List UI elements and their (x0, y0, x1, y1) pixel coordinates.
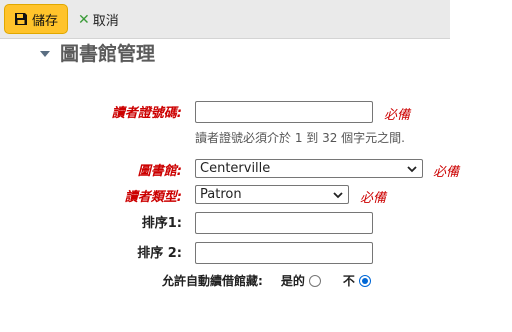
cardnumber-hint: 讀者證號必須介於 1 到 32 個字元之間. (195, 131, 405, 145)
toolbar: 儲存 ✕ 取消 (0, 0, 450, 39)
library-required-text: 必備 (433, 165, 460, 180)
cancel-button-label: 取消 (92, 14, 119, 29)
cancel-button[interactable]: ✕ 取消 (78, 10, 119, 30)
chevron-down-icon (331, 188, 345, 202)
save-button[interactable]: 儲存 (4, 4, 68, 34)
x-icon: ✕ (78, 11, 90, 28)
cardnumber-label: 讀者證號碼: (111, 106, 182, 121)
floppy-disk-icon (14, 12, 28, 26)
autorenew-yes-label: 是的 (280, 274, 305, 288)
autorenew-no-label: 不 (342, 274, 355, 288)
sort2-input[interactable] (195, 242, 373, 264)
cardnumber-required-text: 必備 (384, 108, 411, 123)
chevron-down-icon (405, 162, 419, 176)
category-label: 讀者類型: (124, 190, 182, 205)
sort2-label: 排序 2: (137, 246, 182, 261)
autorenew-no-radio[interactable] (358, 274, 371, 287)
section-header[interactable]: 圖書館管理 (40, 39, 155, 66)
save-button-label: 儲存 (31, 13, 58, 29)
caret-down-icon[interactable] (40, 50, 50, 57)
section-title: 圖書館管理 (60, 43, 156, 65)
library-label: 圖書館: (137, 164, 182, 179)
category-required-text: 必備 (360, 191, 387, 206)
category-select-value: Patron (200, 187, 242, 202)
library-select[interactable]: Centerville (195, 159, 423, 178)
sort1-label: 排序1: (141, 216, 182, 231)
autorenew-yes-radio[interactable] (308, 274, 321, 287)
category-select[interactable]: Patron (195, 185, 349, 204)
sort1-input[interactable] (195, 212, 373, 234)
autorenew-label: 允許自動續借館藏: (162, 274, 263, 288)
cardnumber-input[interactable] (195, 101, 373, 123)
autorenew-row: 允許自動續借館藏: 是的 不 (162, 272, 371, 289)
library-select-value: Centerville (200, 161, 271, 176)
